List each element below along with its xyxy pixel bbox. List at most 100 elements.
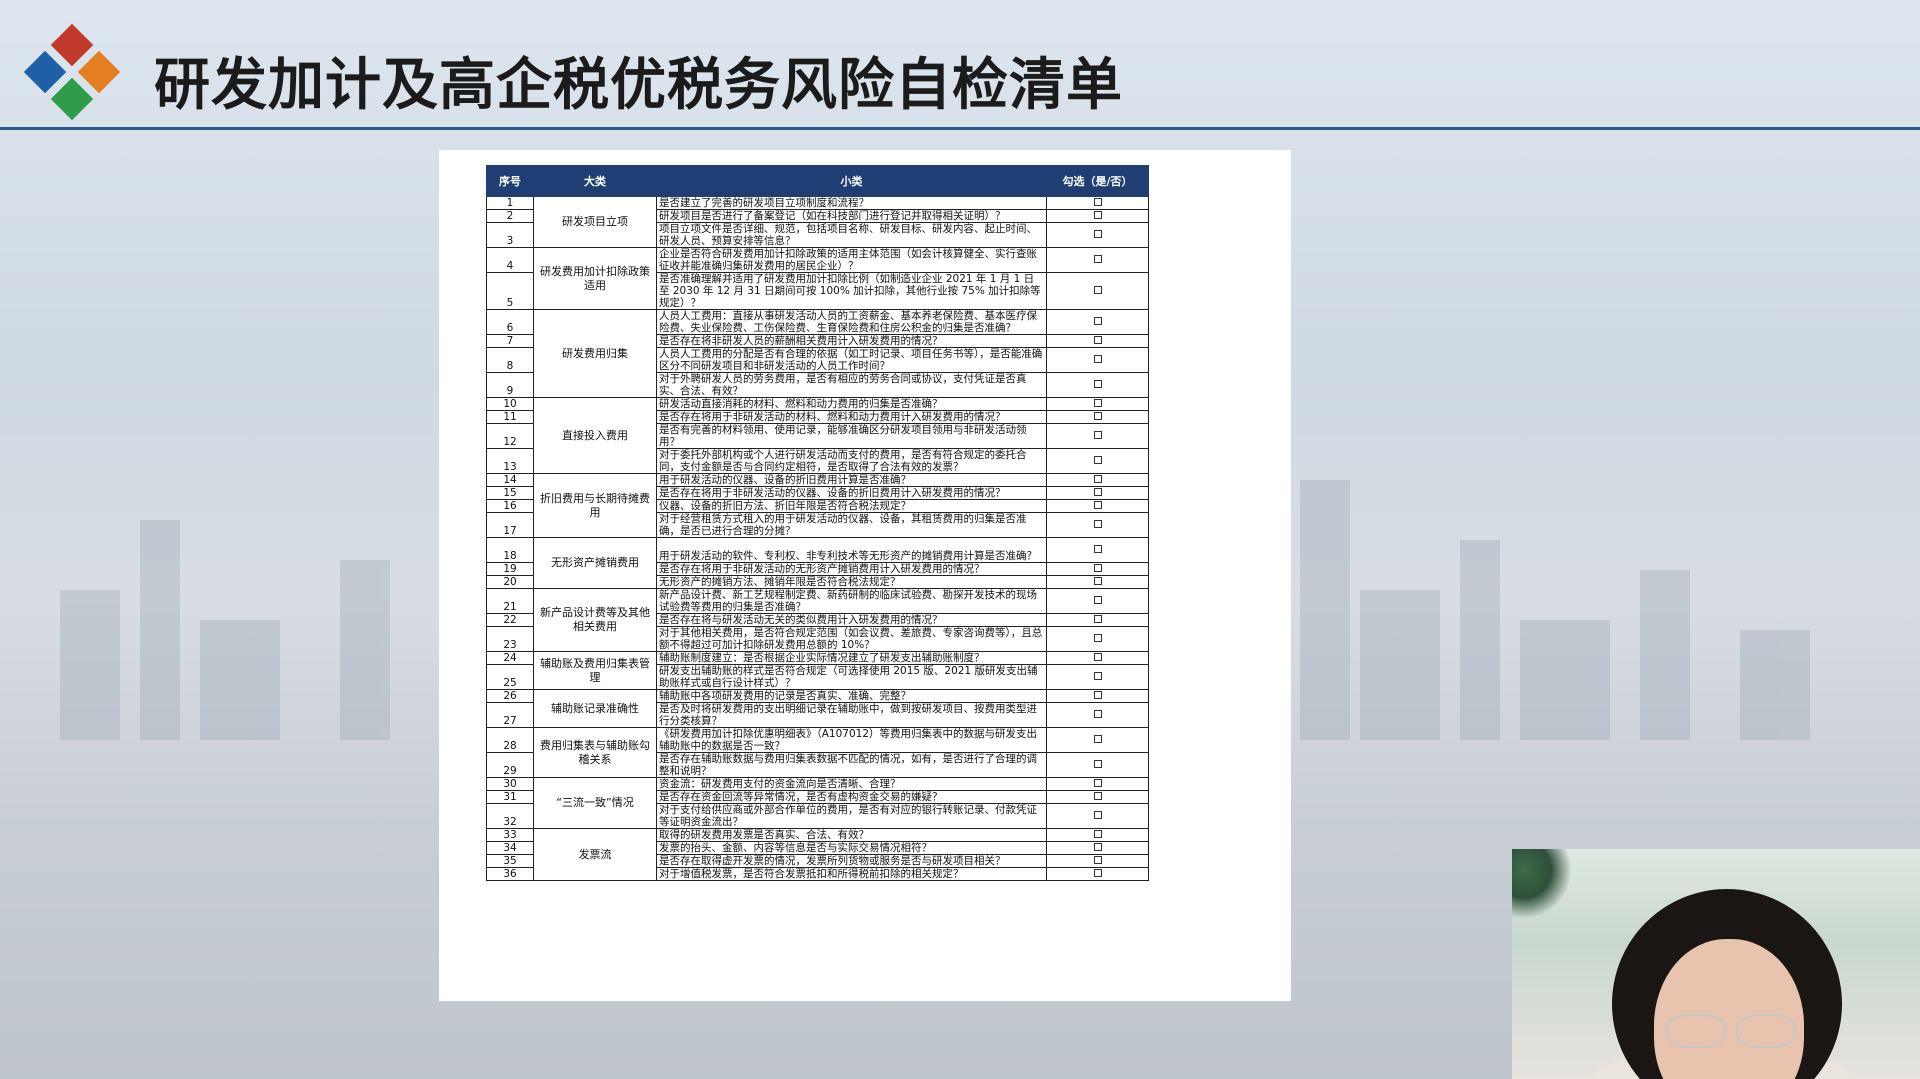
row-check-cell[interactable] [1046, 689, 1149, 703]
row-check-cell[interactable] [1046, 499, 1149, 513]
row-check-cell[interactable] [1046, 702, 1149, 728]
row-index: 17 [486, 512, 534, 538]
row-check-cell[interactable] [1046, 562, 1149, 576]
row-index: 24 [486, 651, 534, 665]
checkbox-icon[interactable] [1093, 255, 1102, 263]
row-subcategory: 《研发费用加计扣除优惠明细表》（A107012）等费用归集表中的数据与研发支出辅… [656, 727, 1047, 753]
checkbox-icon[interactable] [1093, 198, 1102, 206]
row-check-cell[interactable] [1046, 309, 1149, 335]
row-subcategory: 研发项目是否进行了备案登记（如在科技部门进行登记并取得相关证明）？ [656, 209, 1047, 223]
row-check-cell[interactable] [1046, 575, 1149, 589]
checkbox-icon[interactable] [1093, 286, 1102, 294]
checkbox-icon[interactable] [1093, 399, 1102, 407]
header-subcategory: 小类 [656, 165, 1047, 197]
row-check-cell[interactable] [1046, 473, 1149, 487]
checkbox-icon[interactable] [1093, 355, 1102, 363]
checkbox-icon[interactable] [1093, 735, 1102, 743]
row-check-cell[interactable] [1046, 486, 1149, 500]
checkbox-icon[interactable] [1093, 843, 1102, 851]
row-check-cell[interactable] [1046, 347, 1149, 373]
row-check-cell[interactable] [1046, 613, 1149, 627]
checkbox-icon[interactable] [1093, 564, 1102, 572]
row-check-cell[interactable] [1046, 209, 1149, 223]
row-check-cell[interactable] [1046, 410, 1149, 424]
checkbox-icon[interactable] [1093, 211, 1102, 219]
row-check-cell[interactable] [1046, 664, 1149, 690]
checkbox-icon[interactable] [1093, 672, 1102, 680]
row-check-cell[interactable] [1046, 397, 1149, 411]
row-check-cell[interactable] [1046, 588, 1149, 614]
table-body: 1 研发项目立项 是否建立了完善的研发项目立项制度和流程？ 2 研发项目是否进行了备案登… [486, 196, 1149, 881]
row-subcategory: 对于外聘研发人员的劳务费用，是否有相应的劳务合同或协议，支付凭证是否真实、合法、… [656, 372, 1047, 398]
checkbox-icon[interactable] [1093, 488, 1102, 496]
row-check-cell[interactable] [1046, 752, 1149, 778]
table-row: 14 折旧费用与长期待摊费用 用于研发活动的仪器、设备的折旧费用计算是否准确？ [486, 473, 1149, 538]
checkbox-icon[interactable] [1093, 520, 1102, 528]
checkbox-icon[interactable] [1093, 811, 1102, 819]
row-subcategory: 无形资产的摊销方法、摊销年限是否符合税法规定？ [656, 575, 1047, 589]
row-check-cell[interactable] [1046, 841, 1149, 855]
row-subcategory: 人员人工费用：直接从事研发活动人员的工资薪金、基本养老保险费、基本医疗保险费、失… [656, 309, 1047, 335]
checkbox-icon[interactable] [1093, 431, 1102, 439]
checkbox-icon[interactable] [1093, 792, 1102, 800]
checkbox-icon[interactable] [1093, 456, 1102, 464]
row-check-cell[interactable] [1046, 727, 1149, 753]
row-check-cell[interactable] [1046, 272, 1149, 310]
checkbox-icon[interactable] [1093, 501, 1102, 509]
checkbox-icon[interactable] [1093, 336, 1102, 344]
row-index: 26 [486, 689, 534, 703]
checkbox-icon[interactable] [1093, 710, 1102, 718]
checkbox-icon[interactable] [1093, 760, 1102, 768]
header-category: 大类 [533, 165, 657, 197]
checkbox-icon[interactable] [1093, 653, 1102, 661]
row-check-cell[interactable] [1046, 222, 1149, 248]
row-check-cell[interactable] [1046, 196, 1149, 210]
checkbox-icon[interactable] [1093, 779, 1102, 787]
row-check-cell[interactable] [1046, 828, 1149, 842]
row-check-cell[interactable] [1046, 867, 1149, 881]
checkbox-icon[interactable] [1093, 475, 1102, 483]
checkbox-icon[interactable] [1093, 830, 1102, 838]
row-check-cell[interactable] [1046, 854, 1149, 868]
checkbox-icon[interactable] [1093, 545, 1102, 553]
checkbox-icon[interactable] [1093, 380, 1102, 388]
row-subcategory: 取得的研发费用发票是否真实、合法、有效？ [656, 828, 1047, 842]
row-check-cell[interactable] [1046, 777, 1149, 791]
row-subcategory: 企业是否符合研发费用加计扣除政策的适用主体范围（如会计核算健全、实行查账征收并能… [656, 247, 1047, 273]
row-check-cell[interactable] [1046, 626, 1149, 652]
row-check-cell[interactable] [1046, 790, 1149, 804]
row-subcategory: 是否存在将用于非研发活动的仪器、设备的折旧费用计入研发费用的情况？ [656, 486, 1047, 500]
row-check-cell[interactable] [1046, 448, 1149, 474]
header-divider [0, 127, 1920, 130]
row-check-cell[interactable] [1046, 334, 1149, 348]
table-row: 18 无形资产摊销费用 用于研发活动的软件、专利权、非专利技术等无形资产的摊销费用计… [486, 537, 1149, 589]
checkbox-icon[interactable] [1093, 577, 1102, 585]
checkbox-icon[interactable] [1093, 412, 1102, 420]
row-subcategory: 新产品设计费、新工艺规程制定费、新药研制的临床试验费、勘探开发技术的现场试验费等… [656, 588, 1047, 614]
table-row: 30 “三流一致”情况 资金流：研发费用支付的资金流向是否清晰、合理？ [486, 777, 1149, 829]
row-check-cell[interactable] [1046, 651, 1149, 665]
slide-title: 研发加计及高企税优税务风险自检清单 [154, 53, 1123, 118]
checkbox-icon[interactable] [1093, 615, 1102, 623]
row-check-cell[interactable] [1046, 512, 1149, 538]
checkbox-icon[interactable] [1093, 230, 1102, 238]
row-index: 29 [486, 752, 534, 778]
row-check-cell[interactable] [1046, 803, 1149, 829]
checkbox-icon[interactable] [1093, 634, 1102, 642]
row-subcategory: 研发支出辅助账的样式是否符合规定（可选择使用 2015 版、2021 版研发支出… [656, 664, 1047, 690]
row-subcategory: 是否存在取得虚开发票的情况，发票所列货物或服务是否与研发项目相关？ [656, 854, 1047, 868]
checkbox-icon[interactable] [1093, 691, 1102, 699]
row-check-cell[interactable] [1046, 537, 1149, 563]
row-subcategory: 对于支付给供应商或外部合作单位的费用，是否有对应的银行转账记录、付款凭证等证明资… [656, 803, 1047, 829]
table-row: 6 研发费用归集 人员人工费用：直接从事研发活动人员的工资薪金、基本养老保险费、基本… [486, 309, 1149, 398]
row-subcategory: 辅助账中各项研发费用的记录是否真实、准确、完整？ [656, 689, 1047, 703]
checkbox-icon[interactable] [1093, 317, 1102, 325]
checkbox-icon[interactable] [1093, 869, 1102, 877]
row-index: 6 [486, 309, 534, 335]
row-index: 5 [486, 272, 534, 310]
row-check-cell[interactable] [1046, 247, 1149, 273]
row-check-cell[interactable] [1046, 372, 1149, 398]
checkbox-icon[interactable] [1093, 856, 1102, 864]
row-check-cell[interactable] [1046, 423, 1149, 449]
checkbox-icon[interactable] [1093, 596, 1102, 604]
